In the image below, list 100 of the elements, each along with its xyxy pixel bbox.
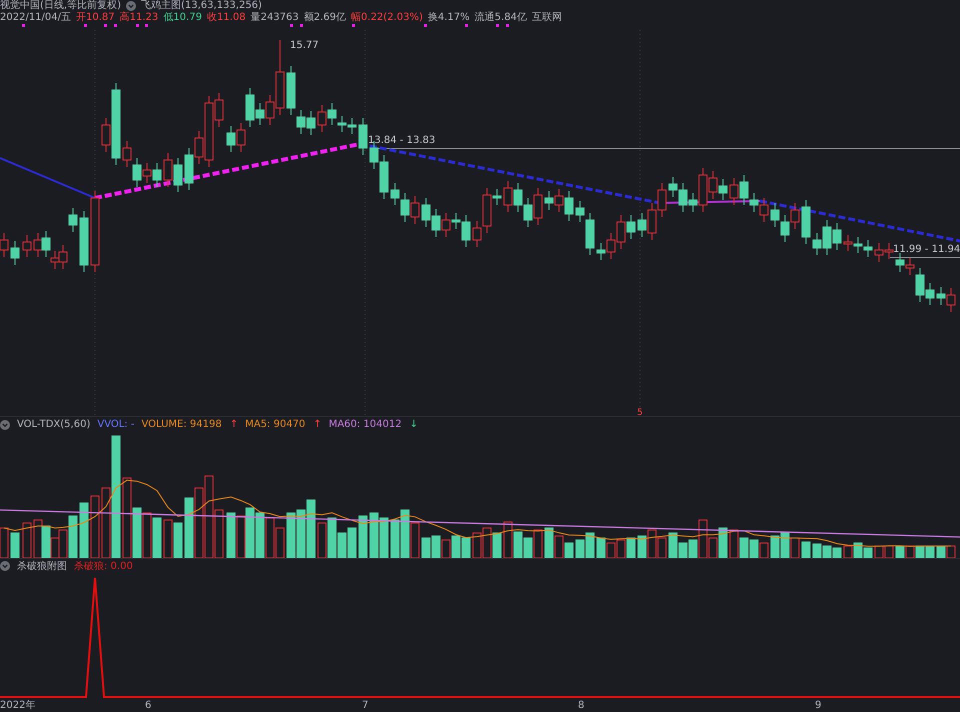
- collapse-icon[interactable]: [126, 1, 136, 11]
- signal-mark: 5: [637, 408, 643, 416]
- time-axis-label: 7: [362, 700, 368, 712]
- candlestick: [318, 104, 326, 132]
- candlestick: [142, 162, 152, 184]
- candlestick: [58, 244, 68, 270]
- volume-legend-item: MA60: 104012: [328, 419, 402, 430]
- volume-bar: [606, 542, 616, 558]
- candlestick: [10, 240, 20, 266]
- candlestick: [770, 202, 780, 228]
- volume-legend-item: MA5: 90470: [245, 419, 306, 430]
- volume-bar: [760, 542, 768, 558]
- candlestick: [524, 198, 532, 228]
- trend-arrow: ↓: [410, 419, 418, 430]
- volume-bar: [812, 544, 822, 558]
- volume-bar: [306, 500, 316, 558]
- volume-bar: [780, 532, 790, 558]
- volume-bar: [832, 548, 842, 558]
- candlestick: [174, 158, 182, 192]
- candlestick: [34, 232, 42, 258]
- candlestick: [554, 188, 564, 212]
- quote-value: 低10.79: [163, 12, 202, 24]
- volume-bar: [318, 522, 326, 558]
- collapse-icon[interactable]: [0, 560, 10, 570]
- candlestick: [760, 198, 768, 222]
- volume-bar: [770, 536, 780, 558]
- candlestick: [50, 250, 60, 270]
- volume-bar: [596, 538, 606, 558]
- candlestick: [874, 242, 884, 262]
- candlestick: [328, 102, 336, 126]
- trend-arrow: ↑: [313, 419, 322, 430]
- volume-bar: [492, 532, 502, 558]
- volume-bar: [390, 520, 400, 558]
- volume-bar: [462, 538, 470, 558]
- volume-bar: [936, 546, 946, 558]
- volume-bar: [514, 532, 522, 558]
- volume-bar: [750, 540, 758, 558]
- time-axis-label: 8: [578, 700, 584, 712]
- volume-bar: [164, 520, 172, 558]
- volume-bar: [472, 532, 482, 558]
- quote-value: 开10.87: [76, 12, 115, 24]
- volume-bar: [286, 512, 296, 558]
- volume-bar: [90, 496, 100, 558]
- volume-bar: [822, 546, 832, 558]
- price-range-label: 13.84 - 13.83: [368, 135, 436, 146]
- volume-bar: [380, 518, 388, 558]
- volume-bar: [916, 546, 924, 558]
- candlestick: [504, 180, 512, 212]
- volume-bar: [142, 512, 152, 558]
- candlestick: [780, 214, 790, 242]
- volume-bar: [926, 546, 934, 558]
- candlestick: [122, 140, 132, 168]
- volume-bar: [576, 540, 584, 558]
- volume-bar: [586, 532, 594, 558]
- volume-legend-item: VOL-TDX(5,60): [17, 419, 90, 430]
- volume-bar: [844, 546, 852, 558]
- collapse-icon[interactable]: [0, 420, 10, 430]
- volume-bar: [442, 540, 450, 558]
- candlestick: [132, 158, 142, 188]
- candlestick: [564, 190, 574, 222]
- candlestick: [422, 198, 430, 228]
- quote-value: 量243763: [250, 12, 299, 24]
- volume-bar: [410, 522, 420, 558]
- candlestick: [936, 286, 946, 306]
- candlestick: [718, 178, 728, 200]
- volume-bar: [884, 546, 894, 558]
- candlestick: [864, 240, 872, 258]
- candlestick: [832, 222, 842, 250]
- quote-value: 换4.17%: [428, 12, 470, 24]
- price-range-label: 11.99 - 11.94: [893, 244, 960, 255]
- volume-bar: [184, 498, 194, 558]
- volume-legend-item: VVOL: -: [97, 419, 134, 430]
- volume-bar: [534, 530, 542, 558]
- volume-bar: [10, 532, 20, 558]
- price-level-line: [890, 257, 960, 258]
- candlestick: [410, 196, 420, 224]
- time-axis-label: 9: [815, 700, 822, 712]
- candlestick: [802, 200, 810, 244]
- volume-bar: [452, 536, 460, 558]
- candlestick: [164, 152, 172, 188]
- candlestick: [68, 208, 78, 232]
- quote-value: 幅0.22(2.03%): [351, 12, 423, 24]
- volume-bar: [348, 528, 356, 558]
- volume-bar: [524, 538, 532, 558]
- candlestick: [432, 208, 440, 238]
- candlestick: [544, 190, 554, 210]
- candlestick: [226, 126, 236, 152]
- volume-bar: [400, 510, 410, 558]
- volume-bar: [896, 546, 904, 558]
- volume-bar: [802, 542, 810, 558]
- quote-value: 收11.08: [206, 12, 246, 24]
- volume-bar: [174, 522, 182, 558]
- candlestick: [348, 118, 356, 134]
- volume-bar: [790, 538, 800, 558]
- candlestick: [184, 148, 194, 190]
- candlestick: [338, 116, 346, 132]
- candlestick: [22, 234, 32, 258]
- volume-bar: [152, 518, 162, 558]
- candlestick: [790, 202, 800, 230]
- trend-arrow: ↑: [230, 419, 238, 430]
